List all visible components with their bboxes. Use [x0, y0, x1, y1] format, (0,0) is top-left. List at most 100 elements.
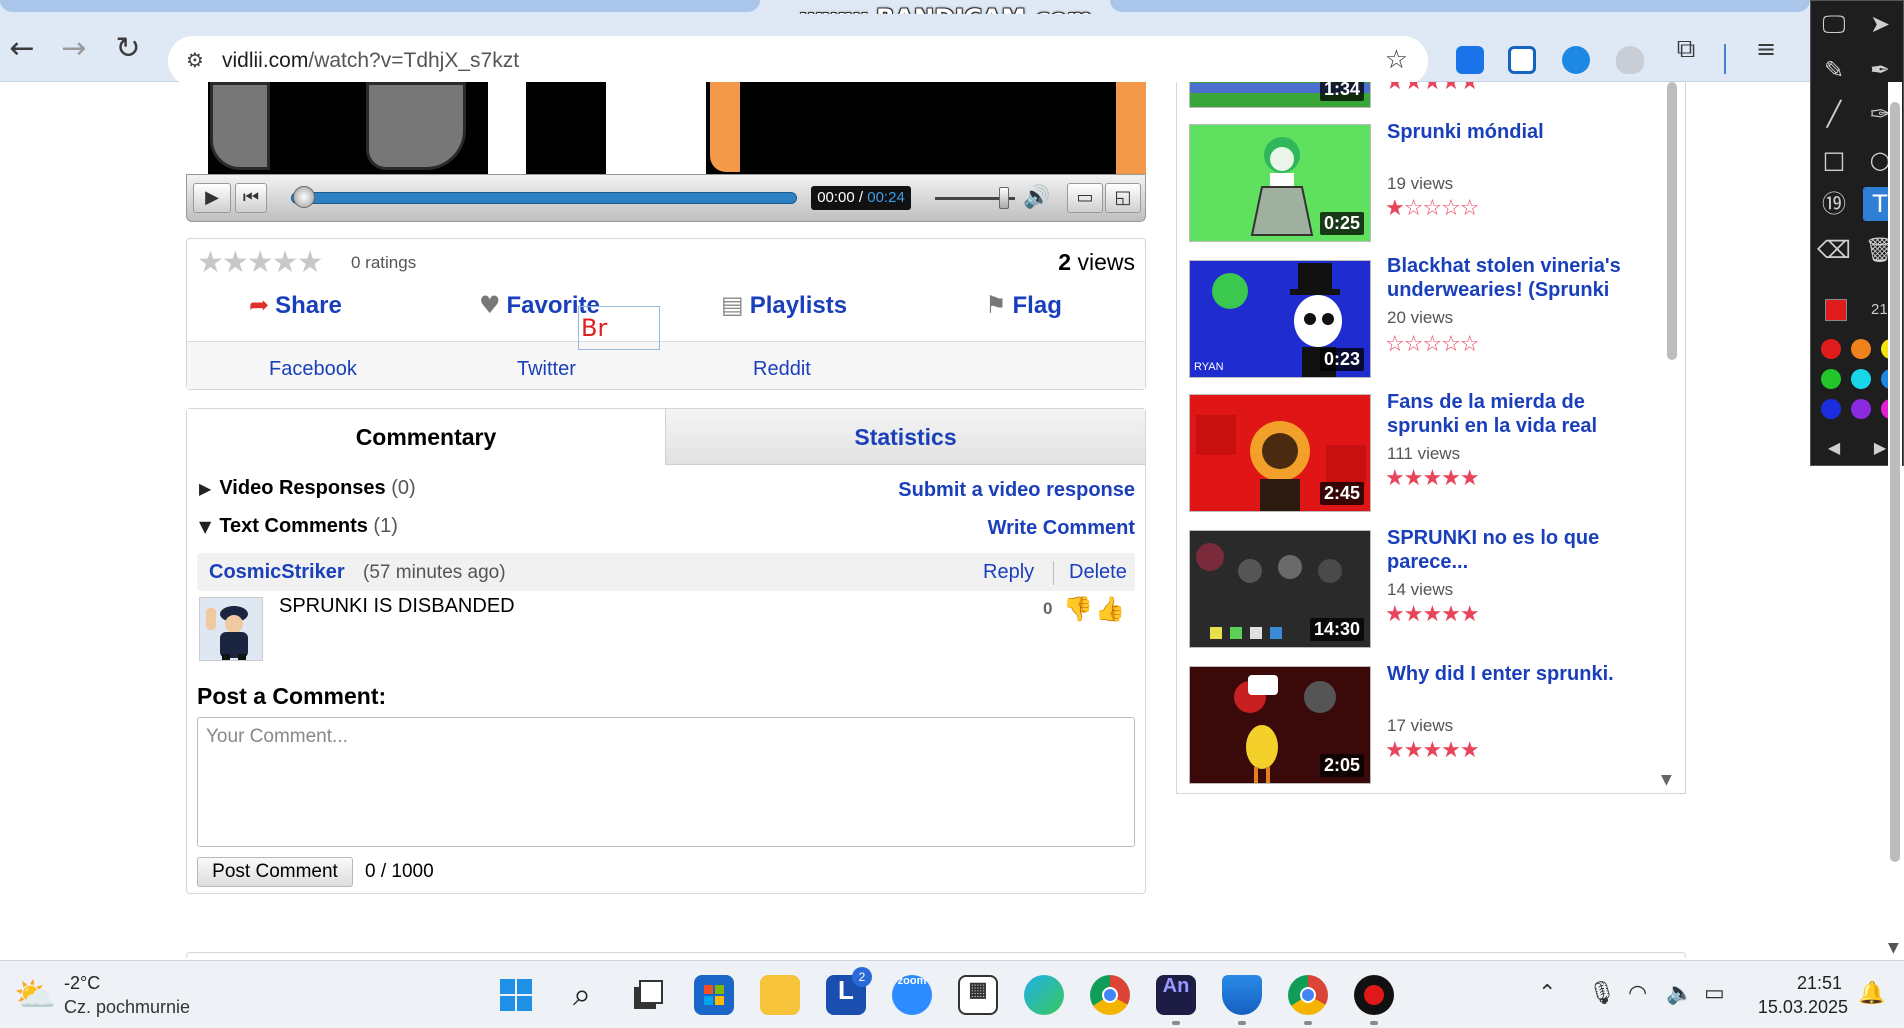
address-bar[interactable]: ⚙ vidlii.com/watch?v=TdhjX_s7kzt ☆ [168, 36, 1428, 86]
related-thumbnail[interactable]: 0:25 [1189, 124, 1371, 242]
post-comment-button[interactable]: Post Comment [197, 857, 353, 887]
related-thumbnail[interactable]: 14:30 [1189, 530, 1371, 648]
color-swatch[interactable] [1821, 339, 1841, 359]
extension-icon[interactable] [1508, 46, 1536, 74]
weather-cloudy-icon[interactable]: ⛅ [14, 975, 56, 1015]
store-icon[interactable] [694, 975, 734, 1015]
file-explorer-icon[interactable] [760, 975, 800, 1015]
page-scrollbar-thumb[interactable] [1890, 102, 1900, 862]
theater-mode-icon[interactable]: ▭ [1067, 183, 1103, 213]
browser-tab[interactable] [1110, 0, 1810, 12]
facebook-link[interactable]: Facebook [269, 358, 357, 381]
related-title[interactable]: Blackhat stolen vineria's underwearies! … [1387, 254, 1647, 302]
bookmark-star-icon[interactable]: ☆ [1385, 45, 1408, 75]
extensions-puzzle-icon[interactable]: ⧉ [1666, 30, 1706, 70]
volume-handle[interactable] [999, 187, 1009, 209]
thumbs-down-icon[interactable]: 👎 [1063, 595, 1093, 623]
reload-icon[interactable]: ↻ [108, 30, 148, 70]
notification-bell-icon[interactable]: 🔔 [1858, 981, 1885, 1006]
calendar-app-icon[interactable]: ▦ [958, 975, 998, 1015]
write-comment-link[interactable]: Write Comment [988, 517, 1135, 540]
brush-size[interactable]: 21 [1871, 301, 1888, 318]
line-icon[interactable]: ╱ [1817, 97, 1851, 131]
related-thumbnail[interactable]: RYAN 0:23 [1189, 260, 1371, 378]
url-text[interactable]: vidlii.com/watch?v=TdhjX_s7kzt [222, 49, 519, 73]
shield-extension-icon[interactable] [1616, 46, 1644, 74]
speaker-icon[interactable]: 🔈 [1666, 981, 1693, 1006]
related-thumbnail[interactable]: 2:05 [1189, 666, 1371, 784]
related-title[interactable]: Sprunki móndial [1387, 120, 1647, 144]
animate-icon[interactable]: An [1156, 975, 1196, 1015]
comment-author[interactable]: CosmicStriker [209, 561, 345, 584]
comment-input[interactable] [197, 717, 1135, 847]
current-color-swatch[interactable] [1825, 299, 1847, 321]
submit-video-response-link[interactable]: Submit a video response [898, 479, 1135, 502]
weather-temperature[interactable]: -2°C [64, 973, 100, 994]
related-scrollbar[interactable] [1667, 82, 1677, 360]
color-swatch[interactable] [1851, 399, 1871, 419]
reddit-link[interactable]: Reddit [753, 358, 811, 381]
bandicam-record-icon[interactable] [1354, 975, 1394, 1015]
zoom-icon[interactable]: zoom [892, 975, 932, 1015]
skip-back-icon[interactable]: ⏮ [235, 183, 267, 213]
page-scrollbar[interactable]: ▼ [1888, 82, 1902, 960]
chrome-profile-icon[interactable] [1288, 975, 1328, 1015]
chevron-up-icon[interactable]: ⌃ [1538, 981, 1556, 1006]
weather-description[interactable]: Cz. pochmurnie [64, 997, 190, 1018]
flag-button[interactable]: ⚑ Flag [985, 291, 1062, 320]
color-swatch[interactable] [1821, 369, 1841, 389]
clock-date[interactable]: 15.03.2025 [1758, 997, 1848, 1018]
thumbs-up-icon[interactable]: 👍 [1095, 595, 1125, 623]
l-app-icon[interactable]: L2 [826, 967, 872, 1015]
text-comments-toggle[interactable]: ▼ Text Comments (1) [199, 515, 398, 538]
color-swatch[interactable] [1851, 339, 1871, 359]
progress-bar[interactable] [291, 192, 797, 204]
wifi-icon[interactable]: ◠ [1628, 981, 1647, 1006]
battery-icon[interactable]: ▭ [1704, 981, 1725, 1006]
shazam-icon[interactable] [1562, 46, 1590, 74]
forward-arrow-icon[interactable]: → [54, 30, 94, 70]
chrome-icon[interactable] [1090, 975, 1130, 1015]
palette-left-arrow-icon[interactable]: ◀ [1817, 433, 1851, 463]
clock-time[interactable]: 21:51 [1797, 973, 1842, 994]
screen-annotation-textbox[interactable]: Br [578, 306, 660, 350]
video-responses-toggle[interactable]: ▶ Video Responses (0) [199, 477, 416, 500]
rectangle-icon[interactable]: □ [1817, 143, 1851, 177]
eraser-icon[interactable]: ⌫ [1817, 233, 1851, 267]
reply-button[interactable]: Reply [983, 561, 1034, 584]
site-settings-icon[interactable]: ⚙ [186, 48, 204, 72]
tab-commentary[interactable]: Commentary [187, 409, 665, 465]
fullscreen-icon[interactable]: ◱ [1105, 183, 1141, 213]
tab-statistics[interactable]: Statistics [665, 409, 1145, 465]
extension-icon[interactable] [1456, 46, 1484, 74]
related-title[interactable]: Why did I enter sprunki. [1387, 662, 1647, 686]
scroll-down-arrow-icon[interactable]: ▼ [1661, 772, 1672, 788]
avatar[interactable] [199, 597, 263, 661]
volume-icon[interactable]: 🔊 [1023, 185, 1050, 210]
color-swatch[interactable] [1821, 399, 1841, 419]
edge-icon[interactable] [1024, 975, 1064, 1015]
related-thumbnail[interactable]: 1:34 [1189, 82, 1371, 108]
related-title[interactable]: SPRUNKI no es lo que parece... [1387, 526, 1647, 574]
search-icon[interactable]: ⌕ [562, 975, 602, 1015]
cursor-icon[interactable]: ➤ [1863, 7, 1897, 41]
video-frame[interactable] [186, 82, 1146, 174]
monitor-icon[interactable]: 🖵 [1817, 7, 1851, 41]
back-arrow-icon[interactable]: ← [2, 30, 42, 70]
related-thumbnail[interactable]: 2:45 [1189, 394, 1371, 512]
twitter-link[interactable]: Twitter [517, 358, 576, 381]
pencil-icon[interactable]: ✎ [1817, 53, 1851, 87]
defender-shield-icon[interactable] [1222, 975, 1262, 1015]
numbering-icon[interactable]: ⑲ [1817, 187, 1851, 221]
browser-tab[interactable] [0, 0, 760, 12]
media-control-icon[interactable]: ≡ [1746, 30, 1786, 70]
playlists-button[interactable]: ▤ Playlists [721, 291, 847, 320]
rating-stars[interactable]: ★★★★★ [197, 245, 323, 280]
microphone-icon[interactable]: 🎙 [1588, 981, 1616, 1006]
scroll-down-arrow-icon[interactable]: ▼ [1888, 940, 1899, 956]
share-button[interactable]: ➦ Share [249, 291, 342, 320]
progress-handle[interactable] [293, 186, 315, 208]
start-button[interactable] [496, 975, 536, 1015]
task-view-icon[interactable] [628, 975, 668, 1015]
play-icon[interactable]: ▶ [193, 183, 231, 213]
